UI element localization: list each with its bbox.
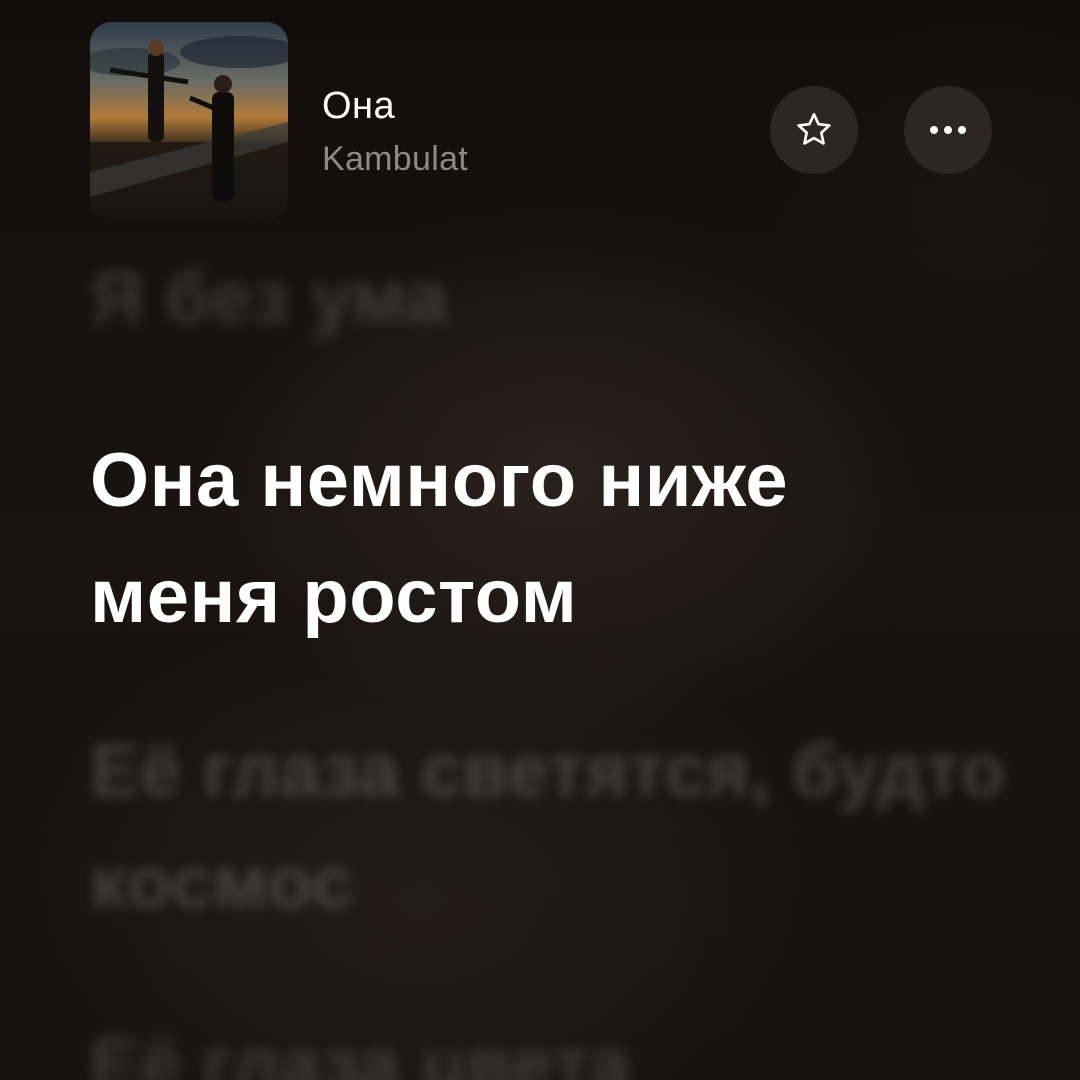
more-options-button[interactable] [904,86,992,174]
ellipsis-icon [930,126,966,134]
album-cover[interactable] [90,22,288,220]
star-icon [797,113,831,145]
track-title[interactable]: Она [322,85,395,128]
lyric-line-after[interactable]: Её глаза цвета [90,1015,631,1080]
track-artist[interactable]: Kambulat [322,140,468,179]
lyric-line-current[interactable]: Она немного ниже меня ростом [90,423,990,655]
lyric-line-next[interactable]: Её глаза светятся, будто космос [90,715,1050,939]
album-artwork-image [90,22,288,220]
lyric-line-previous[interactable]: Я без ума [90,248,448,348]
favorite-button[interactable] [770,86,858,174]
